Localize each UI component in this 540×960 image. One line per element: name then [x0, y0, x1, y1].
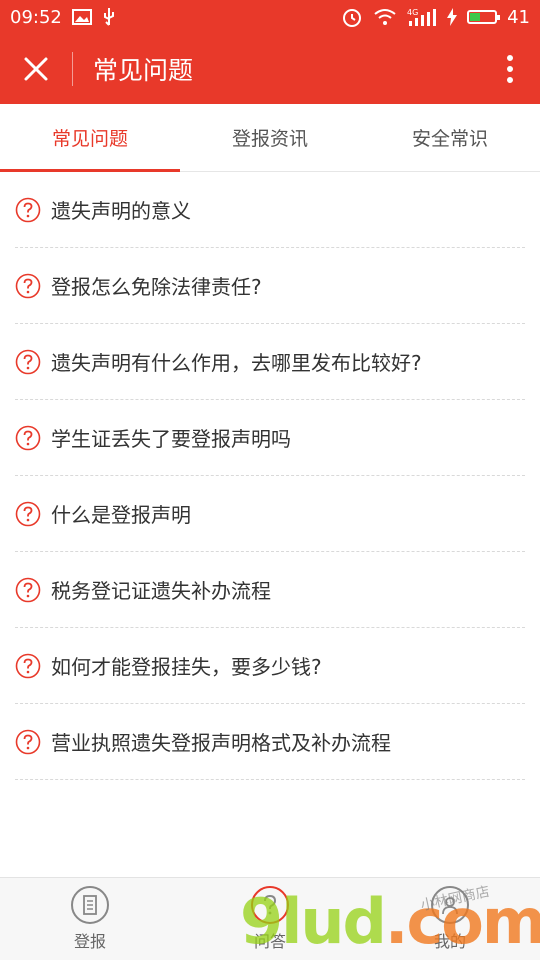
question-icon	[15, 273, 41, 298]
battery-icon	[467, 10, 501, 24]
question-icon	[15, 197, 41, 222]
app-bar: 常见问题	[0, 34, 540, 104]
nav-item-profile[interactable]: 我的	[360, 878, 540, 960]
tab-faq[interactable]: 常见问题	[0, 104, 180, 172]
nav-label: 我的	[433, 932, 466, 951]
faq-question: 税务登记证遗失补办流程	[51, 579, 271, 603]
bottom-nav: 登报 问答 我的	[0, 877, 540, 960]
question-icon	[15, 349, 41, 374]
status-bar-left: 09:52	[10, 7, 116, 28]
status-bar: 09:52 4G 41	[0, 0, 540, 34]
image-notification-icon	[71, 8, 92, 26]
question-icon	[15, 729, 41, 754]
faq-question: 遗失声明有什么作用，去哪里发布比较好?	[51, 351, 422, 375]
status-time: 09:52	[10, 6, 62, 28]
question-icon	[15, 577, 41, 602]
list-item[interactable]: 学生证丢失了要登报声明吗	[15, 400, 525, 476]
wifi-icon	[373, 8, 397, 26]
list-item[interactable]: 如何才能登报挂失，要多少钱?	[15, 628, 525, 704]
faq-question: 学生证丢失了要登报声明吗	[51, 427, 291, 451]
list-item[interactable]: 营业执照遗失登报声明格式及补办流程	[15, 704, 525, 780]
status-bar-right: 4G 41	[341, 6, 530, 28]
tab-news[interactable]: 登报资讯	[180, 104, 360, 171]
page-title: 常见问题	[93, 56, 194, 85]
faq-question: 遗失声明的意义	[51, 199, 191, 223]
usb-icon	[102, 7, 116, 27]
question-icon	[251, 886, 289, 924]
list-item[interactable]: 遗失声明有什么作用，去哪里发布比较好?	[15, 324, 525, 400]
svg-text:4G: 4G	[407, 8, 418, 17]
list-item[interactable]: 遗失声明的意义	[15, 172, 525, 248]
question-icon	[15, 425, 41, 450]
question-icon	[15, 653, 41, 678]
tab-safety[interactable]: 安全常识	[360, 104, 540, 171]
battery-level: 41	[507, 6, 530, 28]
faq-question: 什么是登报声明	[51, 503, 191, 527]
app-bar-divider	[72, 52, 73, 86]
nav-label: 问答	[253, 932, 286, 951]
list-item[interactable]: 登报怎么免除法律责任?	[15, 248, 525, 324]
close-icon	[24, 57, 48, 81]
user-icon	[431, 886, 469, 924]
alarm-icon	[341, 6, 363, 28]
tab-bar: 常见问题 登报资讯 安全常识	[0, 104, 540, 172]
faq-list: 遗失声明的意义 登报怎么免除法律责任? 遗失声明有什么作用，去哪里发布比较好? …	[15, 172, 525, 780]
close-button[interactable]	[0, 34, 72, 104]
faq-question: 如何才能登报挂失，要多少钱?	[51, 655, 322, 679]
nav-item-publish[interactable]: 登报	[0, 878, 180, 960]
nav-item-qa[interactable]: 问答	[180, 878, 360, 960]
document-icon	[71, 886, 109, 924]
faq-question: 登报怎么免除法律责任?	[51, 275, 262, 299]
nav-label: 登报	[73, 932, 106, 951]
signal-icon: 4G	[407, 7, 437, 27]
more-vertical-icon	[507, 55, 513, 83]
more-options-button[interactable]	[480, 34, 540, 104]
list-item[interactable]: 什么是登报声明	[15, 476, 525, 552]
question-icon	[15, 501, 41, 526]
charging-icon	[447, 8, 458, 26]
faq-question: 营业执照遗失登报声明格式及补办流程	[51, 731, 391, 755]
list-item[interactable]: 税务登记证遗失补办流程	[15, 552, 525, 628]
